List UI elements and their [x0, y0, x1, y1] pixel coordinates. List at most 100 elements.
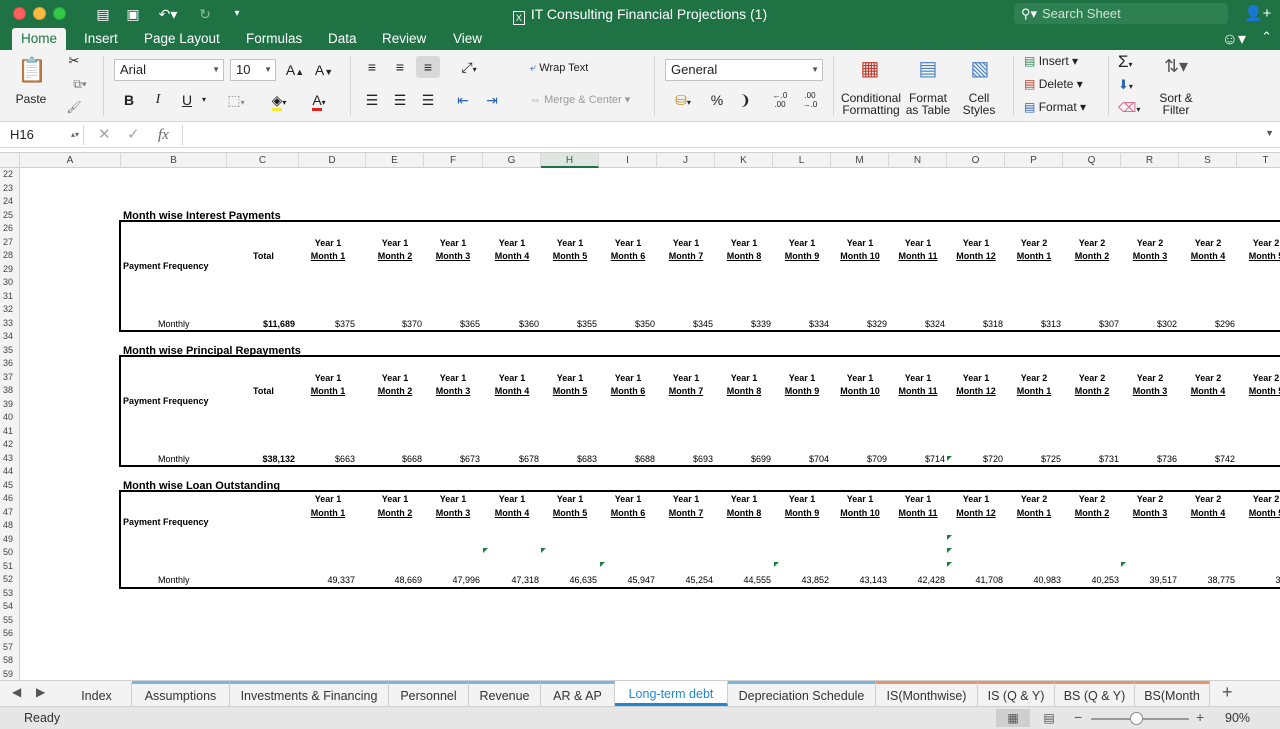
row-header-28[interactable]: 28: [0, 249, 19, 262]
data-cell[interactable]: $350: [597, 319, 655, 329]
sheet-tab-is-q-y[interactable]: IS (Q & Y): [978, 681, 1055, 706]
format-as-table-icon[interactable]: ▤: [906, 56, 950, 81]
sheet-tab-bs-q-y[interactable]: BS (Q & Y): [1055, 681, 1135, 706]
sort-filter-button[interactable]: Sort & Filter: [1154, 92, 1198, 116]
font-size-select[interactable]: 10 ▼: [230, 59, 276, 81]
data-cell[interactable]: 47,996: [422, 575, 480, 585]
tab-view[interactable]: View: [444, 28, 491, 50]
cell-error-indicator-icon[interactable]: [947, 456, 952, 461]
column-header-l[interactable]: L: [773, 153, 831, 168]
insert-function-icon[interactable]: fx: [158, 125, 169, 145]
cell-styles-icon[interactable]: ▧: [958, 56, 1002, 81]
row-header-29[interactable]: 29: [0, 263, 19, 276]
column-header-c[interactable]: C: [227, 153, 299, 168]
data-cell[interactable]: $318: [945, 319, 1003, 329]
row-header-58[interactable]: 58: [0, 654, 19, 667]
row-header-24[interactable]: 24: [0, 195, 19, 208]
row-header-33[interactable]: 33: [0, 317, 19, 330]
sheet-tab-is-monthwise[interactable]: IS(Monthwise): [876, 681, 978, 706]
data-cell[interactable]: 38,775: [1177, 575, 1235, 585]
data-cell[interactable]: 43,852: [771, 575, 829, 585]
format-cells-button[interactable]: ▤ Format ▾: [1024, 100, 1086, 114]
data-cell[interactable]: $334: [771, 319, 829, 329]
row-header-52[interactable]: 52: [0, 573, 19, 586]
zoom-out-icon[interactable]: −: [1074, 709, 1082, 725]
data-cell[interactable]: $307: [1061, 319, 1119, 329]
search-sheet-input[interactable]: ⚲▾ Search Sheet: [1014, 3, 1228, 24]
select-all-corner[interactable]: [0, 153, 20, 168]
sheet-tab-index[interactable]: Index: [62, 681, 132, 706]
data-cell[interactable]: $736: [1119, 454, 1177, 464]
zoom-in-icon[interactable]: +: [1196, 709, 1204, 725]
prev-sheet-icon[interactable]: ◀: [12, 685, 21, 699]
tab-page-layout[interactable]: Page Layout: [135, 28, 229, 50]
column-header-a[interactable]: A: [20, 153, 121, 168]
conditional-formatting-button[interactable]: Conditional Formatting: [838, 92, 904, 116]
increase-font-size-icon[interactable]: A▲: [283, 59, 307, 81]
row-header-25[interactable]: 25: [0, 209, 19, 222]
orientation-icon[interactable]: ⤢▾: [452, 56, 486, 78]
tab-formulas[interactable]: Formulas: [237, 28, 311, 50]
sheet-tab-assumptions[interactable]: Assumptions: [132, 681, 230, 706]
row-header-50[interactable]: 50: [0, 546, 19, 559]
data-cell[interactable]: 45,254: [655, 575, 713, 585]
add-sheet-icon[interactable]: +: [1222, 682, 1233, 703]
underline-options-icon[interactable]: ▾: [197, 89, 211, 111]
row-header-45[interactable]: 45: [0, 479, 19, 492]
data-cell[interactable]: 45,947: [597, 575, 655, 585]
increase-indent-icon[interactable]: ⇥: [480, 89, 504, 111]
sheet-tab-revenue[interactable]: Revenue: [469, 681, 541, 706]
tab-data[interactable]: Data: [319, 28, 366, 50]
sheet-tab-long-term-debt[interactable]: Long-term debt: [615, 681, 728, 706]
format-as-table-button[interactable]: Format as Table: [904, 92, 952, 116]
sort-filter-icon[interactable]: ⇅▾: [1156, 56, 1196, 77]
sheet-tab-ar-ap[interactable]: AR & AP: [541, 681, 615, 706]
bold-button[interactable]: B: [117, 89, 141, 111]
data-cell[interactable]: $720: [945, 454, 1003, 464]
conditional-formatting-icon[interactable]: ▦: [850, 56, 890, 81]
column-header-h[interactable]: H: [541, 153, 599, 168]
row-header-53[interactable]: 53: [0, 587, 19, 600]
data-cell[interactable]: $365: [422, 319, 480, 329]
data-cell[interactable]: $324: [887, 319, 945, 329]
sheet-tab-investments-financing[interactable]: Investments & Financing: [230, 681, 389, 706]
name-box-stepper-icon[interactable]: ▴▾: [71, 125, 79, 145]
italic-button[interactable]: I: [146, 89, 170, 111]
column-header-m[interactable]: M: [831, 153, 889, 168]
data-cell[interactable]: $339: [713, 319, 771, 329]
zoom-slider-knob[interactable]: [1130, 712, 1143, 725]
data-cell[interactable]: $370: [364, 319, 422, 329]
decrease-indent-icon[interactable]: ⇤: [451, 89, 475, 111]
cell-error-indicator-icon[interactable]: [541, 548, 546, 553]
cut-icon[interactable]: ✂: [66, 53, 82, 69]
paste-icon[interactable]: 📋: [12, 56, 52, 86]
row-header-39[interactable]: 39: [0, 398, 19, 411]
fill-color-icon[interactable]: ◈▾: [262, 89, 296, 111]
wrap-text-button[interactable]: ⤶ Wrap Text: [530, 62, 588, 75]
align-right-icon[interactable]: ☰: [416, 89, 440, 111]
row-header-46[interactable]: 46: [0, 492, 19, 505]
accounting-format-icon[interactable]: ⛁▾: [666, 89, 700, 111]
next-sheet-icon[interactable]: ▶: [36, 685, 45, 699]
column-header-s[interactable]: S: [1179, 153, 1237, 168]
data-cell[interactable]: 38,0: [1235, 575, 1280, 585]
data-cell[interactable]: $360: [481, 319, 539, 329]
row-header-54[interactable]: 54: [0, 600, 19, 613]
merge-center-button[interactable]: ⇔ Merge & Center ▾: [530, 93, 630, 106]
row-header-35[interactable]: 35: [0, 344, 19, 357]
row-header-26[interactable]: 26: [0, 222, 19, 235]
column-header-p[interactable]: P: [1005, 153, 1063, 168]
align-middle-icon[interactable]: ≡: [388, 56, 412, 78]
data-cell[interactable]: $673: [422, 454, 480, 464]
data-cell[interactable]: $688: [597, 454, 655, 464]
row-header-31[interactable]: 31: [0, 290, 19, 303]
borders-icon[interactable]: ⬚▾: [220, 89, 252, 111]
sheet-tab-personnel[interactable]: Personnel: [389, 681, 469, 706]
row-header-41[interactable]: 41: [0, 425, 19, 438]
tab-insert[interactable]: Insert: [75, 28, 127, 50]
expand-formula-bar-icon[interactable]: ▼: [1265, 128, 1274, 138]
normal-view-icon[interactable]: ▦: [996, 709, 1030, 727]
sheet-tab-bs-month[interactable]: BS(Month: [1135, 681, 1210, 706]
row-header-27[interactable]: 27: [0, 236, 19, 249]
column-header-t[interactable]: T: [1237, 153, 1280, 168]
